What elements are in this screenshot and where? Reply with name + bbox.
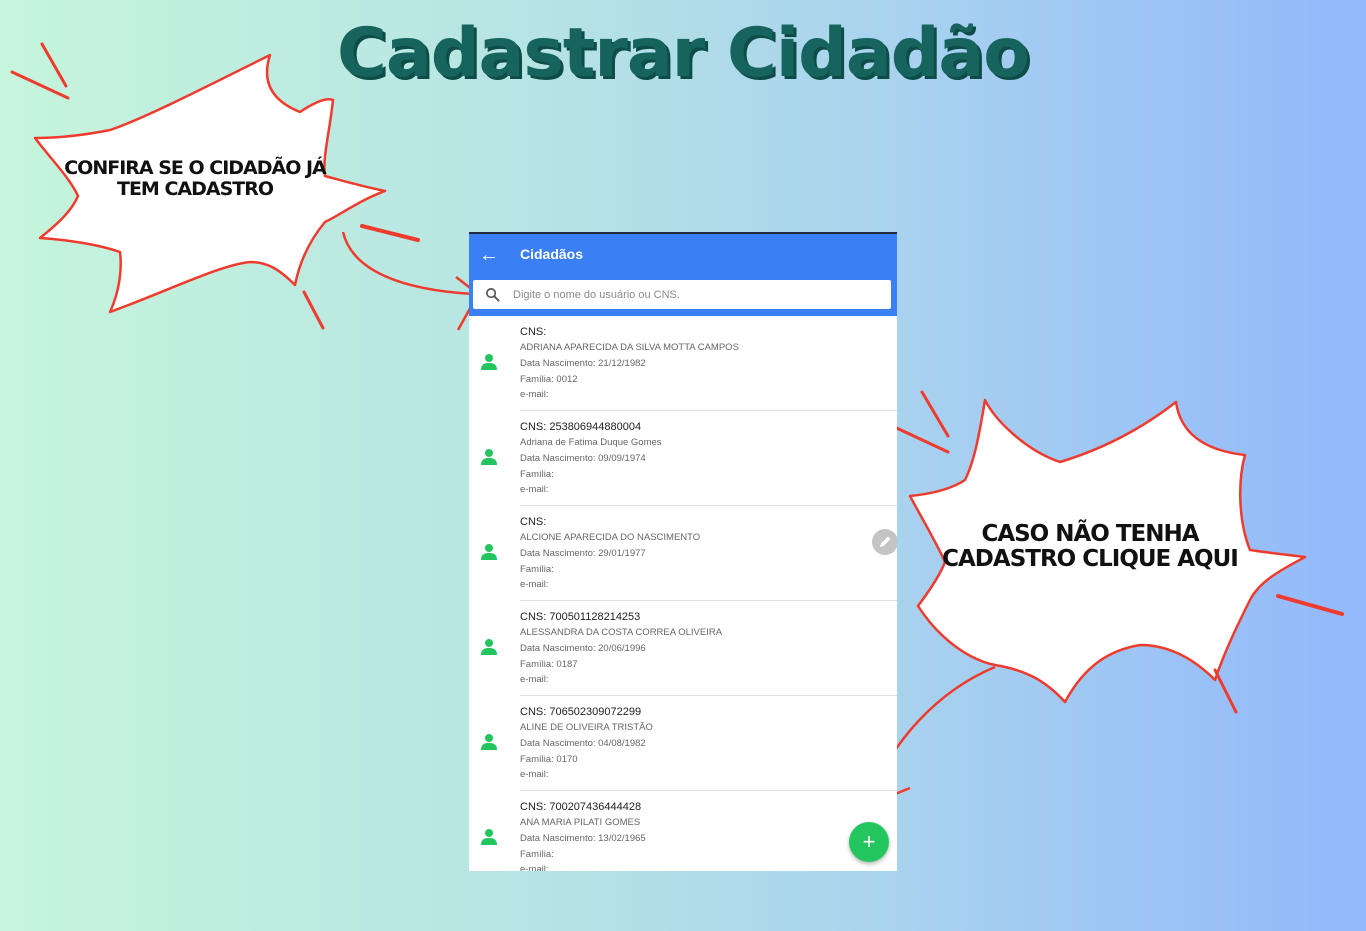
list-item[interactable]: CNS: 706502309072299 ALINE DE OLIVEIRA T… xyxy=(469,696,897,791)
citizen-cns: CNS: xyxy=(520,516,547,528)
citizen-birth-date: Data Nascimento: 13/02/1965 xyxy=(520,832,646,844)
citizen-family: Família: 0012 xyxy=(520,373,578,385)
list-item-content: CNS: 700501128214253 ALESSANDRA DA COSTA… xyxy=(520,610,897,696)
citizen-name: ANA MARIA PILATI GOMES xyxy=(520,817,641,828)
search-input[interactable] xyxy=(513,284,883,305)
citizen-cns: CNS: xyxy=(520,326,547,338)
citizen-email: e-mail: xyxy=(520,674,549,686)
citizen-birth-date: Data Nascimento: 20/06/1996 xyxy=(520,642,646,654)
citizen-cns: CNS: 253806944880004 xyxy=(520,421,642,433)
citizen-name: Adriana de Fatima Duque Gomes xyxy=(520,437,662,448)
search-icon xyxy=(486,288,500,302)
citizen-email: e-mail: xyxy=(520,864,549,871)
citizen-cns: CNS: 700501128214253 xyxy=(520,611,641,623)
person-icon xyxy=(481,639,497,655)
citizen-birth-date: Data Nascimento: 21/12/1982 xyxy=(520,357,646,369)
list-item[interactable]: CNS: 700207436444428 ANA MARIA PILATI GO… xyxy=(469,791,897,871)
person-icon xyxy=(481,544,497,560)
citizen-name: ALINE DE OLIVEIRA TRISTÃO xyxy=(520,722,653,733)
list-item[interactable]: CNS: 253806944880004 Adriana de Fatima D… xyxy=(469,411,897,506)
phone-screen: ← Cidadãos CNS: ADRIANA APARECIDA DA SIL… xyxy=(469,232,897,871)
citizen-family: Família: xyxy=(520,848,554,860)
edit-button[interactable] xyxy=(872,529,897,555)
person-icon xyxy=(481,449,497,465)
citizen-birth-date: Data Nascimento: 09/09/1974 xyxy=(520,452,646,464)
list-item-content: CNS: ADRIANA APARECIDA DA SILVA MOTTA CA… xyxy=(520,325,897,411)
list-item-content: CNS: 700207436444428 ANA MARIA PILATI GO… xyxy=(520,800,897,871)
citizen-birth-date: Data Nascimento: 04/08/1982 xyxy=(520,737,646,749)
add-citizen-button[interactable]: + xyxy=(849,822,889,862)
person-icon xyxy=(481,734,497,750)
list-item[interactable]: CNS: ADRIANA APARECIDA DA SILVA MOTTA CA… xyxy=(469,316,897,411)
arrow-left-icon[interactable]: ← xyxy=(479,244,499,266)
citizen-list: CNS: ADRIANA APARECIDA DA SILVA MOTTA CA… xyxy=(469,316,897,871)
citizen-family: Família: 0187 xyxy=(520,658,578,670)
list-item-content: CNS: ALCIONE APARECIDA DO NASCIMENTO Dat… xyxy=(520,515,897,601)
pencil-icon xyxy=(880,536,891,547)
citizen-cns: CNS: 700207436444428 xyxy=(520,801,642,813)
page-title: Cidadãos xyxy=(520,246,584,262)
citizen-birth-date: Data Nascimento: 29/01/1977 xyxy=(520,547,646,559)
list-item[interactable]: CNS: ALCIONE APARECIDA DO NASCIMENTO Dat… xyxy=(469,506,897,601)
citizen-family: Família: xyxy=(520,468,554,480)
citizen-email: e-mail: xyxy=(520,389,549,401)
citizen-family: Família: 0170 xyxy=(520,753,578,765)
callout-text-search: Confira se o cidadão já tem cadastro xyxy=(64,157,327,200)
citizen-name: ALESSANDRA DA COSTA CORREA OLIVEIRA xyxy=(520,627,723,638)
citizen-email: e-mail: xyxy=(520,579,549,591)
citizen-name: ADRIANA APARECIDA DA SILVA MOTTA CAMPOS xyxy=(520,342,739,353)
person-icon xyxy=(481,829,497,845)
search-bar[interactable] xyxy=(473,280,891,309)
list-item-content: CNS: 706502309072299 ALINE DE OLIVEIRA T… xyxy=(520,705,897,791)
list-item[interactable]: CNS: 700501128214253 ALESSANDRA DA COSTA… xyxy=(469,601,897,696)
citizen-email: e-mail: xyxy=(520,769,549,781)
arrow-to-search xyxy=(341,231,475,296)
citizen-email: e-mail: xyxy=(520,484,549,496)
app-bar: ← Cidadãos xyxy=(469,234,897,316)
person-icon xyxy=(481,354,497,370)
citizen-name: ALCIONE APARECIDA DO NASCIMENTO xyxy=(520,532,701,543)
list-item-content: CNS: 253806944880004 Adriana de Fatima D… xyxy=(520,420,897,506)
citizen-cns: CNS: 706502309072299 xyxy=(520,706,642,718)
callout-text-add: Caso não tenha cadastro clique aqui xyxy=(942,521,1239,572)
citizen-family: Família: xyxy=(520,563,554,575)
